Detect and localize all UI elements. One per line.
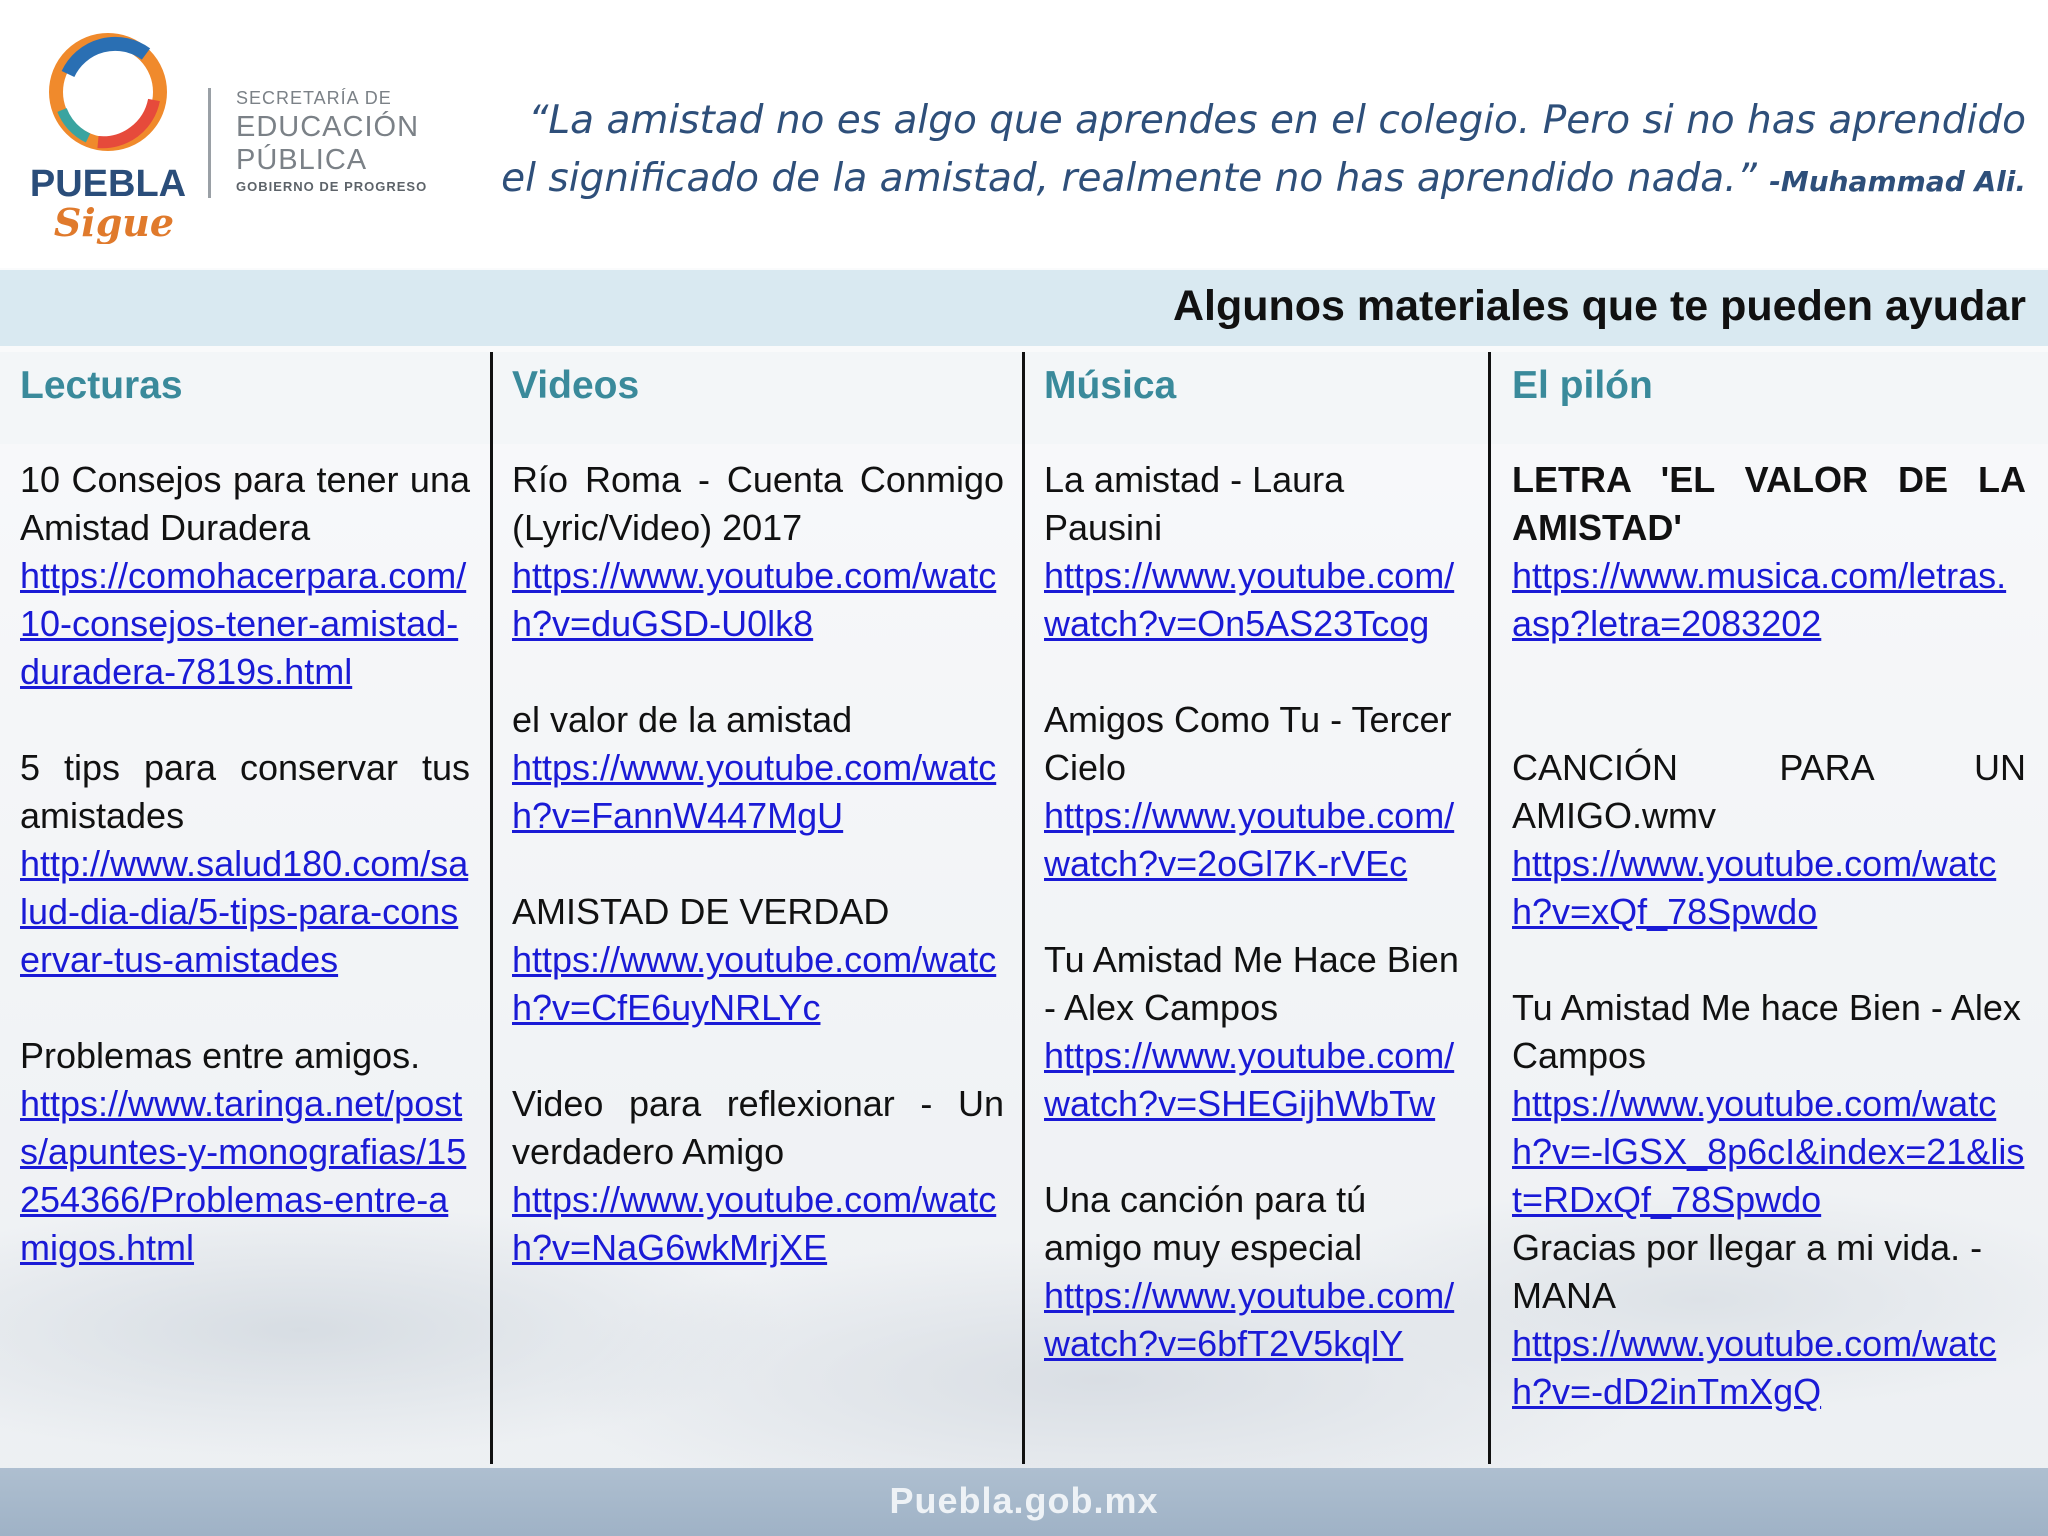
- list-item-title: Río Roma - Cuenta Conmigo (Lyric/Video) …: [512, 459, 1004, 548]
- list-item-title: Tu Amistad Me hace Bien - Alex Campos: [1512, 987, 2021, 1076]
- quote-line-1: “La amistad no es algo que aprendes en e…: [528, 98, 2026, 143]
- list-item-link[interactable]: https://www.taringa.net/posts/apuntes-y-…: [20, 1080, 470, 1272]
- list-item-title: 10 Consejos para tener una Amistad Durad…: [20, 459, 470, 548]
- lecturas-cell: 10 Consejos para tener una Amistad Durad…: [20, 456, 470, 1272]
- list-item-link[interactable]: https://www.youtube.com/watch?v=2oGl7K-r…: [1044, 792, 1472, 888]
- list-item-title: LETRA 'EL VALOR DE LA AMISTAD': [1512, 459, 2026, 548]
- list-item-title: AMISTAD DE VERDAD: [512, 891, 890, 932]
- list-item-link[interactable]: https://www.youtube.com/watch?v=duGSD-U0…: [512, 552, 1004, 648]
- pilon-cell: LETRA 'EL VALOR DE LA AMISTAD' https://w…: [1512, 456, 2026, 1416]
- heading-musica: Música: [1044, 364, 1177, 407]
- list-item-link[interactable]: https://www.youtube.com/watch?v=xQf_78Sp…: [1512, 840, 2026, 936]
- heading-pilon: El pilón: [1512, 364, 1653, 407]
- list-item-link[interactable]: https://www.youtube.com/watch?v=NaG6wkMr…: [512, 1176, 1004, 1272]
- list-item-link[interactable]: https://www.youtube.com/watch?v=CfE6uyNR…: [512, 936, 1004, 1032]
- list-item-title: Video para reflexionar - Un verdadero Am…: [512, 1083, 1004, 1172]
- column-divider: [1488, 352, 1491, 1464]
- column-divider: [1022, 352, 1025, 1464]
- quote: “La amistad no es algo que aprendes en e…: [476, 92, 2026, 211]
- list-item-link[interactable]: https://www.youtube.com/watch?v=-lGSX_8p…: [1512, 1080, 2026, 1224]
- quote-author: -Muhammad Ali.: [1769, 165, 2026, 198]
- logo-puebla-text: PUEBLA: [30, 163, 186, 205]
- list-item-link[interactable]: https://www.youtube.com/watch?v=On5AS23T…: [1044, 552, 1472, 648]
- heading-lecturas: Lecturas: [20, 364, 183, 407]
- list-item-link[interactable]: https://www.youtube.com/watch?v=FannW447…: [512, 744, 1004, 840]
- list-item-title: Una canción para tú amigo muy especial: [1044, 1179, 1367, 1268]
- quote-line-2: el significado de la amistad, realmente …: [501, 156, 1757, 201]
- column-divider: [490, 352, 493, 1464]
- quote-line-2-wrap: el significado de la amistad, realmente …: [476, 150, 2026, 211]
- list-item-title: Amigos Como Tu - Tercer Cielo: [1044, 699, 1452, 788]
- list-item-title: 5 tips para conservar tus amistades: [20, 747, 470, 836]
- logo-sigue-text: Sigue: [54, 200, 174, 244]
- list-item-link[interactable]: https://comohacerpara.com/10-consejos-te…: [20, 552, 470, 696]
- footer-site-text: Puebla.gob.mx: [889, 1480, 1159, 1521]
- list-item-title: el valor de la amistad: [512, 699, 853, 740]
- list-item-link[interactable]: https://www.youtube.com/watch?v=-dD2inTm…: [1512, 1320, 2026, 1416]
- banner: Algunos materiales que te pueden ayudar: [0, 270, 2048, 346]
- footer: Puebla.gob.mx: [0, 1468, 2048, 1536]
- list-item-link[interactable]: https://www.musica.com/letras.asp?letra=…: [1512, 552, 2026, 648]
- heading-videos: Videos: [512, 364, 640, 407]
- list-item-link[interactable]: https://www.youtube.com/watch?v=6bfT2V5k…: [1044, 1272, 1472, 1368]
- materials-table: Lecturas Videos Música El pilón 10 Conse…: [0, 352, 2048, 1464]
- list-item-title: Gracias por llegar a mi vida. - MANA: [1512, 1227, 1983, 1316]
- list-item-title: La amistad - Laura Pausini: [1044, 459, 1345, 548]
- list-item-link[interactable]: http://www.salud180.com/salud-dia-dia/5-…: [20, 840, 470, 984]
- list-item-title: Tu Amistad Me Hace Bien - Alex Campos: [1044, 939, 1459, 1028]
- videos-cell: Río Roma - Cuenta Conmigo (Lyric/Video) …: [512, 456, 1004, 1272]
- header: PUEBLA Sigue SECRETARÍA DE EDUCACIÓN PÚB…: [0, 0, 2048, 268]
- list-item-link[interactable]: https://www.youtube.com/watch?v=SHEGijhW…: [1044, 1032, 1472, 1128]
- puebla-logo: PUEBLA Sigue: [30, 33, 186, 244]
- logo-divider: [208, 88, 211, 198]
- banner-title: Algunos materiales que te pueden ayudar: [1172, 282, 2026, 330]
- musica-cell: La amistad - Laura Pausini https://www.y…: [1044, 456, 1472, 1368]
- list-item-title: CANCIÓN PARA UN AMIGO.wmv: [1512, 747, 2026, 836]
- list-item-title: Problemas entre amigos.: [20, 1035, 421, 1076]
